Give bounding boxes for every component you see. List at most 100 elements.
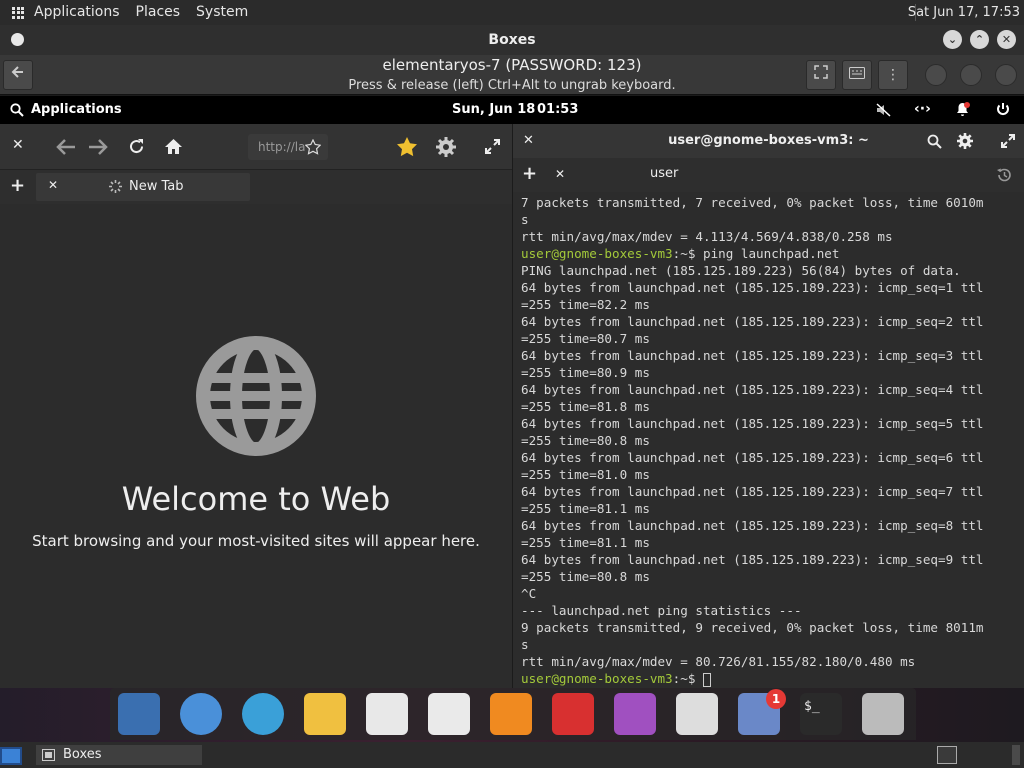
vm-status-icon-1	[925, 64, 947, 86]
vm-status-icon-2	[960, 64, 982, 86]
photos-icon[interactable]	[614, 693, 656, 735]
menu-applications[interactable]: Applications	[26, 0, 128, 25]
close-tab-icon[interactable]: ✕	[555, 167, 565, 181]
terminal-icon[interactable]: $_	[800, 693, 842, 735]
sound-muted-icon[interactable]	[876, 103, 891, 117]
host-taskbar: Boxes	[0, 742, 1024, 768]
mail-icon[interactable]	[304, 693, 346, 735]
boxes-headerbar: elementaryos-7 (PASSWORD: 123) Press & r…	[0, 55, 1024, 95]
terminal-line: =255 time=81.0 ms	[521, 466, 1016, 483]
fullscreen-icon[interactable]	[485, 139, 500, 154]
terminal-text: =255 time=80.8 ms	[521, 433, 650, 448]
terminal-line: PING launchpad.net (185.125.189.223) 56(…	[521, 262, 1016, 279]
reload-icon[interactable]	[128, 138, 145, 155]
terminal-text: =255 time=81.8 ms	[521, 399, 650, 414]
terminal-line: 64 bytes from launchpad.net (185.125.189…	[521, 449, 1016, 466]
videos-icon[interactable]	[552, 693, 594, 735]
bookmarks-icon[interactable]	[396, 136, 418, 157]
terminal-window: ✕ user@gnome-boxes-vm3: ~ + ✕ user 7 pac…	[513, 124, 1024, 688]
menu-button[interactable]: ⋮	[878, 60, 908, 90]
dock: 1 $_	[110, 688, 916, 740]
trash-icon[interactable]	[862, 693, 904, 735]
terminal-text: =255 time=82.2 ms	[521, 297, 650, 312]
tasks-icon[interactable]	[366, 693, 408, 735]
settings-gear-icon[interactable]	[435, 136, 457, 158]
back-icon[interactable]	[56, 139, 76, 155]
terminal-text: 9 packets transmitted, 9 received, 0% pa…	[521, 620, 984, 635]
notifications-icon[interactable]	[955, 102, 970, 117]
terminal-line: =255 time=80.9 ms	[521, 364, 1016, 381]
guest-date[interactable]: Sun, Jun 18	[452, 102, 535, 117]
minimize-button[interactable]: ⌄	[943, 30, 962, 49]
tab-new-tab[interactable]: ✕ New Tab	[36, 173, 250, 201]
keyboard-icon	[849, 67, 865, 79]
guest-applications-menu[interactable]: Applications	[31, 102, 122, 117]
settings-gear-icon[interactable]	[956, 132, 974, 150]
terminal-line: 64 bytes from launchpad.net (185.125.189…	[521, 347, 1016, 364]
terminal-line: =255 time=81.1 ms	[521, 500, 1016, 517]
terminal-line: 64 bytes from launchpad.net (185.125.189…	[521, 415, 1016, 432]
terminal-text: 64 bytes from launchpad.net (185.125.189…	[521, 314, 984, 329]
terminal-text: s	[521, 212, 529, 227]
terminal-text: 64 bytes from launchpad.net (185.125.189…	[521, 518, 984, 533]
web-browser-icon[interactable]	[242, 693, 284, 735]
history-icon[interactable]	[996, 167, 1012, 183]
terminal-output[interactable]: 7 packets transmitted, 7 received, 0% pa…	[513, 192, 1024, 688]
files-icon[interactable]	[180, 693, 222, 735]
web-tab-bar: + ✕ New Tab	[0, 170, 512, 204]
keyboard-button[interactable]	[842, 60, 872, 90]
terminal-line: user@gnome-boxes-vm3:~$	[521, 670, 1016, 687]
trash-applet[interactable]	[1012, 745, 1020, 765]
boxes-app-icon	[42, 749, 55, 761]
terminal-text: s	[521, 637, 529, 652]
terminal-text: rtt min/avg/max/mdev = 4.113/4.569/4.838…	[521, 229, 893, 244]
terminal-line: =255 time=80.8 ms	[521, 568, 1016, 585]
appcenter-icon[interactable]: 1	[738, 689, 786, 735]
settings-icon[interactable]	[676, 693, 718, 735]
keyboard-layout-icon[interactable]: ‹·›	[914, 101, 931, 117]
fullscreen-icon[interactable]	[1001, 134, 1015, 148]
apps-grid-icon[interactable]	[12, 6, 24, 19]
maximize-button[interactable]: ⌃	[970, 30, 989, 49]
taskbar-window-boxes[interactable]: Boxes	[36, 745, 202, 765]
new-tab-button[interactable]: +	[522, 163, 537, 184]
welcome-heading: Welcome to Web	[121, 480, 391, 518]
calendar-icon[interactable]	[428, 693, 470, 735]
taskbar-window-label: Boxes	[63, 747, 102, 762]
close-button[interactable]: ✕	[997, 30, 1016, 49]
multitasking-view-icon[interactable]	[118, 693, 160, 735]
terminal-text: 64 bytes from launchpad.net (185.125.189…	[521, 450, 984, 465]
close-icon[interactable]: ✕	[12, 137, 24, 153]
host-clock[interactable]: Sat Jun 17, 17:53	[908, 0, 1020, 25]
power-icon[interactable]	[996, 102, 1010, 117]
guest-time[interactable]: 01:53	[537, 102, 578, 117]
terminal-line: ^C	[521, 585, 1016, 602]
music-icon[interactable]	[490, 693, 532, 735]
terminal-line: 64 bytes from launchpad.net (185.125.189…	[521, 313, 1016, 330]
home-icon[interactable]	[164, 138, 183, 155]
terminal-tab-bar: + ✕ user	[513, 158, 1024, 192]
terminal-text: =255 time=81.0 ms	[521, 467, 650, 482]
terminal-line: =255 time=81.8 ms	[521, 398, 1016, 415]
close-tab-icon[interactable]: ✕	[48, 178, 58, 192]
terminal-line: =255 time=82.2 ms	[521, 296, 1016, 313]
terminal-cursor	[703, 672, 711, 687]
new-tab-button[interactable]: +	[10, 175, 25, 196]
workspace-switcher-icon[interactable]	[937, 746, 957, 764]
terminal-text: PING launchpad.net (185.125.189.223) 56(…	[521, 263, 961, 278]
terminal-line: 64 bytes from launchpad.net (185.125.189…	[521, 551, 1016, 568]
forward-icon[interactable]	[88, 139, 108, 155]
terminal-line: s	[521, 636, 1016, 653]
bookmark-star-icon[interactable]	[305, 139, 321, 155]
terminal-line: 7 packets transmitted, 7 received, 0% pa…	[521, 194, 1016, 211]
search-icon[interactable]	[10, 103, 24, 117]
fullscreen-button[interactable]	[806, 60, 836, 90]
terminal-prompt: user@gnome-boxes-vm3	[521, 246, 673, 261]
search-icon[interactable]	[927, 134, 942, 149]
tab-user[interactable]: user	[650, 166, 678, 181]
menu-places[interactable]: Places	[128, 0, 189, 25]
loading-spinner-icon	[109, 180, 122, 193]
show-desktop-icon[interactable]	[0, 747, 22, 765]
terminal-text: =255 time=80.7 ms	[521, 331, 650, 346]
menu-system[interactable]: System	[188, 0, 256, 25]
